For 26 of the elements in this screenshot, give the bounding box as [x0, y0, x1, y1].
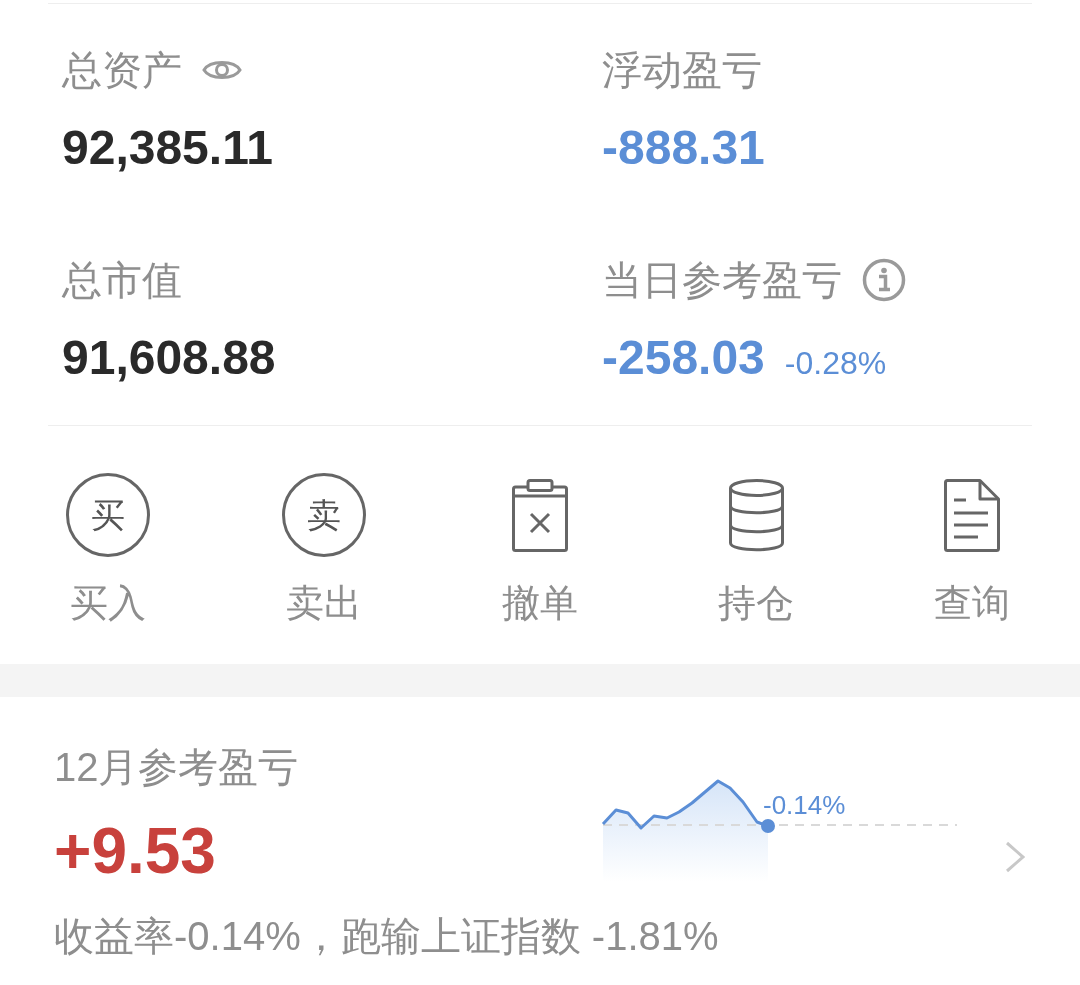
action-button[interactable]: 查询: [934, 472, 1010, 626]
circled-character-icon: 卖: [282, 473, 366, 557]
endpoint-dot-icon: [761, 819, 775, 833]
month-pnl-title: 12月参考盈亏: [54, 744, 299, 790]
stat-value: -258.03: [602, 330, 765, 386]
stat-value: -888.31: [602, 120, 765, 176]
chevron-right-icon[interactable]: [1005, 841, 1025, 873]
clipboard-cross-icon: [512, 478, 568, 552]
stat-label: 浮动盈亏: [602, 47, 762, 94]
stat-label: 总资产: [62, 47, 182, 94]
circled-character-icon: 买: [66, 473, 150, 557]
month-pnl-value: +9.53: [54, 815, 216, 887]
stat-value: 92,385.11: [62, 120, 273, 176]
action-button[interactable]: 卖 卖出: [282, 472, 366, 626]
document-icon: [944, 478, 1000, 552]
info-icon[interactable]: [862, 258, 906, 302]
stat-value: 91,608.88: [62, 330, 276, 386]
month-return-summary: 收益率-0.14%，跑输上证指数 -1.81%: [54, 914, 719, 958]
database-icon: [728, 478, 784, 552]
action-button[interactable]: 买 买入: [66, 472, 150, 626]
action-button[interactable]: 撤单: [502, 472, 578, 626]
stat-label: 当日参考盈亏: [602, 257, 842, 304]
stat-change-percent: -0.28%: [784, 344, 887, 383]
action-button[interactable]: 持仓: [718, 472, 794, 626]
sparkline-value-label: -0.14%: [763, 790, 846, 820]
stat-label: 总市值: [62, 257, 182, 304]
